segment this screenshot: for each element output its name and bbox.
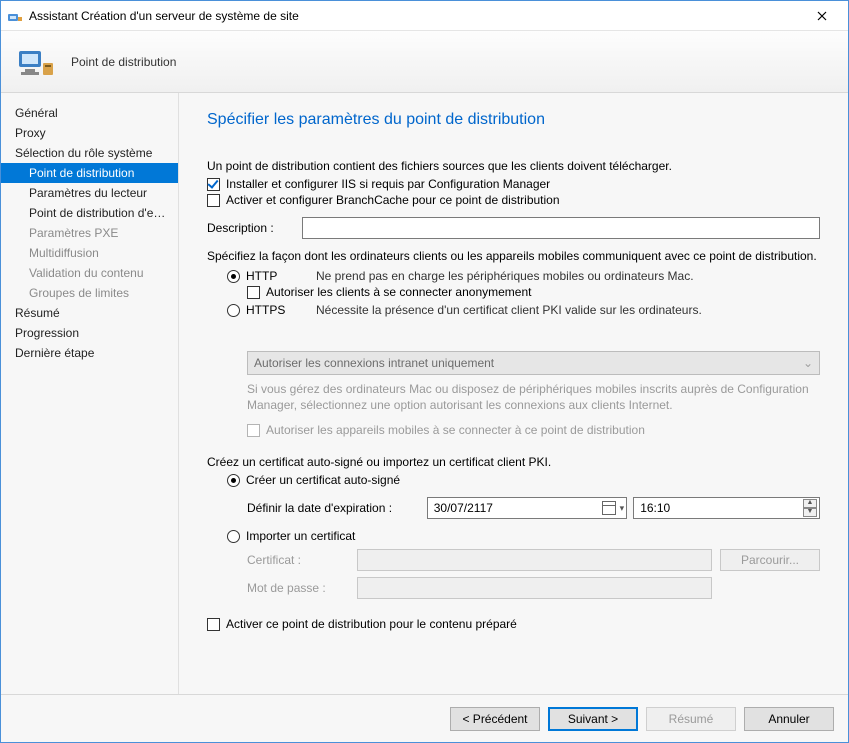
app-icon [7, 8, 23, 24]
certificate-row: Certificat : Parcourir... [247, 549, 820, 571]
certificate-label: Certificat : [247, 553, 357, 567]
radio-row-import-cert[interactable]: Importer un certificat [227, 529, 820, 543]
password-row: Mot de passe : [247, 577, 820, 599]
password-input [357, 577, 712, 599]
wizard-footer: < Précédent Suivant > Résumé Annuler [1, 694, 848, 742]
checkbox-row-branchcache[interactable]: Activer et configurer BranchCache pour c… [207, 193, 820, 207]
close-button[interactable] [802, 2, 842, 30]
calendar-icon[interactable] [602, 501, 616, 515]
page-heading: Spécifier les paramètres du point de dis… [207, 111, 820, 129]
certificate-input [357, 549, 712, 571]
radio-row-https[interactable]: HTTPS Nécessite la présence d'un certifi… [227, 303, 820, 317]
sidebar-item-boundary-groups[interactable]: Groupes de limites [1, 283, 178, 303]
radio-http-label: HTTP [246, 269, 316, 283]
cancel-button[interactable]: Annuler [744, 707, 834, 731]
banner: Point de distribution [1, 31, 848, 93]
wizard-body: Général Proxy Sélection du rôle système … [1, 93, 848, 694]
description-input[interactable] [302, 217, 820, 239]
next-button[interactable]: Suivant > [548, 707, 638, 731]
sidebar-item-pull-dp[interactable]: Point de distribution d'extraction [1, 203, 178, 223]
radio-import-cert-label: Importer un certificat [246, 529, 355, 543]
radio-row-http[interactable]: HTTP Ne prend pas en charge les périphér… [227, 269, 820, 283]
checkbox-mobile-label: Autoriser les appareils mobiles à se con… [266, 423, 645, 437]
spinner-down-icon[interactable]: ▼ [803, 508, 817, 517]
sidebar-nav: Général Proxy Sélection du rôle système … [1, 93, 179, 694]
radio-import-cert[interactable] [227, 530, 240, 543]
description-row: Description : [207, 217, 820, 239]
sidebar-item-multicast[interactable]: Multidiffusion [1, 243, 178, 263]
previous-button[interactable]: < Précédent [450, 707, 540, 731]
sidebar-item-drive-settings[interactable]: Paramètres du lecteur [1, 183, 178, 203]
sidebar-item-distribution-point[interactable]: Point de distribution [1, 163, 178, 183]
distribution-point-icon [15, 41, 57, 83]
chevron-down-icon: ⌄ [803, 356, 813, 370]
window-title: Assistant Création d'un serveur de systè… [29, 9, 802, 23]
checkbox-anonymous[interactable] [247, 286, 260, 299]
checkbox-row-anonymous[interactable]: Autoriser les clients à se connecter ano… [247, 285, 820, 299]
wizard-window: Assistant Création d'un serveur de systè… [0, 0, 849, 743]
checkbox-iis-label: Installer et configurer IIS si requis pa… [226, 177, 550, 191]
radio-self-signed[interactable] [227, 474, 240, 487]
radio-https-label: HTTPS [246, 303, 316, 317]
banner-title: Point de distribution [71, 55, 176, 69]
checkbox-prestage[interactable] [207, 618, 220, 631]
https-note: Nécessite la présence d'un certificat cl… [316, 303, 702, 317]
checkbox-row-iis[interactable]: Installer et configurer IIS si requis pa… [207, 177, 820, 191]
password-label: Mot de passe : [247, 581, 357, 595]
chevron-down-icon[interactable]: ▾ [620, 503, 625, 514]
time-spinner[interactable]: ▲ ▼ [803, 499, 817, 517]
content-pane: Spécifier les paramètres du point de dis… [179, 93, 848, 694]
radio-https[interactable] [227, 304, 240, 317]
checkbox-iis[interactable] [207, 178, 220, 191]
sidebar-item-general[interactable]: Général [1, 103, 178, 123]
summary-button: Résumé [646, 707, 736, 731]
spinner-up-icon[interactable]: ▲ [803, 499, 817, 508]
sidebar-item-summary[interactable]: Résumé [1, 303, 178, 323]
checkbox-row-mobile: Autoriser les appareils mobiles à se con… [247, 423, 820, 437]
sidebar-item-completion[interactable]: Dernière étape [1, 343, 178, 363]
expiry-date-value: 30/07/2117 [434, 501, 493, 515]
expiry-date-picker[interactable]: 30/07/2117 ▾ [427, 497, 627, 519]
cert-intro: Créez un certificat auto-signé ou import… [207, 455, 820, 469]
sidebar-item-pxe[interactable]: Paramètres PXE [1, 223, 178, 243]
intranet-block: Autoriser les connexions intranet unique… [247, 351, 820, 437]
intranet-dropdown: Autoriser les connexions intranet unique… [247, 351, 820, 375]
checkbox-branchcache[interactable] [207, 194, 220, 207]
expiry-time-value: 16:10 [640, 501, 670, 515]
expiry-time-picker[interactable]: 16:10 ▲ ▼ [633, 497, 820, 519]
comm-intro: Spécifiez la façon dont les ordinateurs … [207, 249, 820, 263]
titlebar: Assistant Création d'un serveur de systè… [1, 1, 848, 31]
checkbox-branchcache-label: Activer et configurer BranchCache pour c… [226, 193, 560, 207]
expiry-label: Définir la date d'expiration : [247, 501, 427, 515]
checkbox-anonymous-label: Autoriser les clients à se connecter ano… [266, 285, 531, 299]
intranet-dropdown-value: Autoriser les connexions intranet unique… [254, 356, 494, 370]
description-label: Description : [207, 221, 302, 235]
sidebar-item-progress[interactable]: Progression [1, 323, 178, 343]
browse-button: Parcourir... [720, 549, 820, 571]
http-note: Ne prend pas en charge les périphériques… [316, 269, 694, 283]
checkbox-mobile [247, 424, 260, 437]
sidebar-item-content-validation[interactable]: Validation du contenu [1, 263, 178, 283]
checkbox-row-prestage[interactable]: Activer ce point de distribution pour le… [207, 617, 820, 631]
intranet-help: Si vous gérez des ordinateurs Mac ou dis… [247, 381, 820, 413]
radio-http[interactable] [227, 270, 240, 283]
sidebar-item-role-selection[interactable]: Sélection du rôle système [1, 143, 178, 163]
sidebar-item-proxy[interactable]: Proxy [1, 123, 178, 143]
checkbox-prestage-label: Activer ce point de distribution pour le… [226, 617, 517, 631]
radio-self-signed-label: Créer un certificat auto-signé [246, 473, 400, 487]
intro-text: Un point de distribution contient des fi… [207, 159, 820, 173]
import-cert-block: Certificat : Parcourir... Mot de passe : [247, 549, 820, 599]
radio-row-self-signed[interactable]: Créer un certificat auto-signé [227, 473, 820, 487]
expiry-row: Définir la date d'expiration : 30/07/211… [247, 497, 820, 519]
